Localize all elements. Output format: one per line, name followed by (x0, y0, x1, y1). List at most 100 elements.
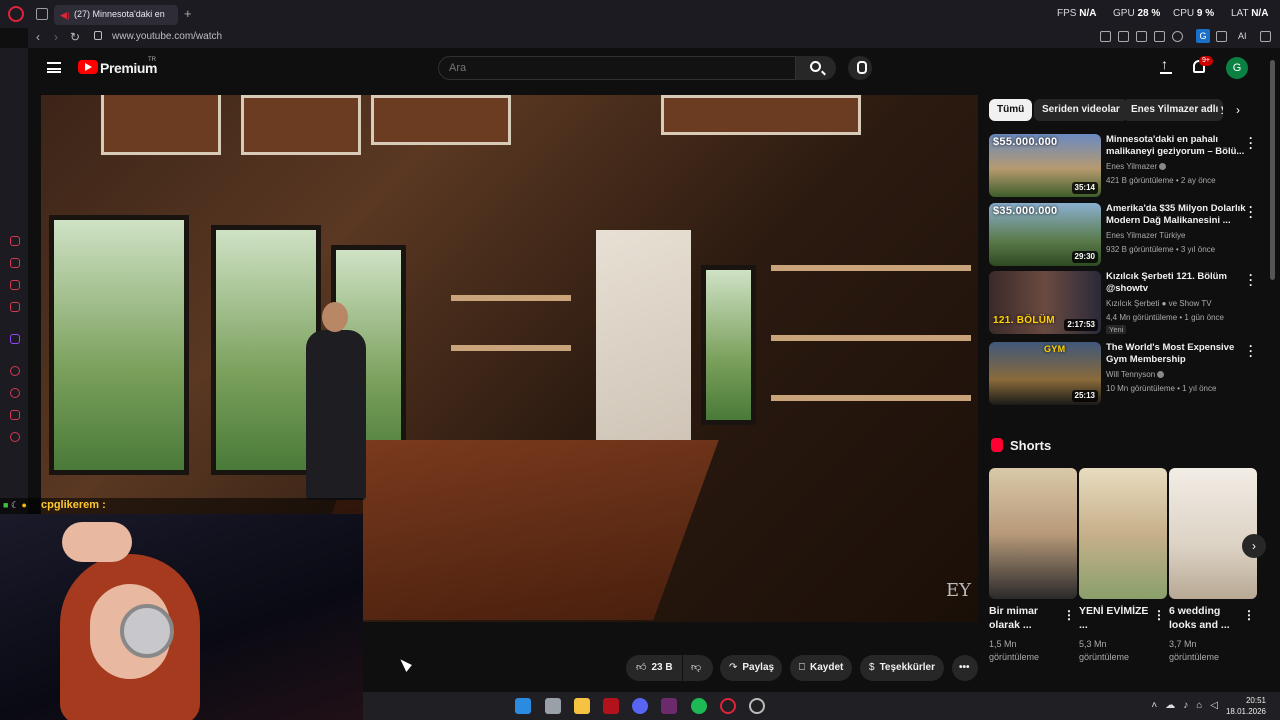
chip-series[interactable]: Seriden videolar (1034, 99, 1128, 121)
scrollbar[interactable] (1270, 60, 1275, 280)
new-tab-button[interactable]: + (184, 6, 192, 21)
sidebar-history-icon[interactable] (10, 388, 20, 398)
sidebar-player-icon[interactable] (10, 366, 20, 376)
chevron-right-icon[interactable]: › (1236, 103, 1240, 117)
workspace-icon[interactable] (36, 8, 48, 20)
video-thumbnail[interactable]: $35.000.000 29:30 (989, 203, 1101, 266)
channel-name[interactable]: Will Tennyson (1106, 370, 1165, 379)
short-title[interactable]: YENİ EVİMİZE ... (1079, 604, 1149, 632)
dislike-button[interactable]: 👎︎ (683, 655, 713, 681)
thumbs-down-icon: 👎︎ (691, 662, 702, 673)
sidebar-bag-icon[interactable] (10, 258, 20, 268)
back-icon[interactable]: ‹ (36, 30, 40, 44)
kebab-menu-icon[interactable]: ⋮ (1063, 608, 1075, 622)
opera-gx-icon[interactable] (720, 698, 736, 714)
short-title[interactable]: 6 wedding looks and ... (1169, 604, 1239, 632)
create-icon[interactable] (1160, 56, 1172, 74)
like-button[interactable]: 👍︎ 23 B (626, 655, 682, 681)
forward-icon[interactable]: › (54, 30, 58, 44)
sidebar-twitch-icon[interactable] (10, 334, 20, 344)
app-purple-icon[interactable] (661, 698, 677, 714)
short-title[interactable]: Bir mimar olarak ... (989, 604, 1059, 632)
snapshot-icon[interactable] (1118, 31, 1129, 42)
video-title[interactable]: The World's Most Expensive Gym Membershi… (1106, 342, 1246, 366)
menu-icon[interactable] (47, 62, 61, 73)
app-red-icon[interactable] (603, 698, 619, 714)
channel-name[interactable]: Enes Yilmazer Türkiye (1106, 231, 1185, 240)
recommended-item[interactable]: 121. BÖLÜM 2:17:53 Kızılcık Şerbeti 121.… (989, 269, 1264, 335)
speaker-icon[interactable]: ◀) (60, 10, 70, 21)
kebab-menu-icon[interactable]: ⋮ (1243, 608, 1255, 622)
short-thumbnail[interactable] (1079, 468, 1167, 599)
share-button[interactable]: ↷ Paylaş (720, 655, 782, 681)
video-thumbnail[interactable]: 121. BÖLÜM 2:17:53 (989, 271, 1101, 334)
sidebar-chat-icon[interactable] (10, 280, 20, 290)
bookmark-icon[interactable] (1100, 31, 1111, 42)
chip-all[interactable]: Tümü (989, 99, 1033, 121)
chip-channel[interactable]: Enes Yilmazer adlı yü (1123, 99, 1223, 121)
avatar[interactable]: G (1226, 57, 1248, 79)
shield-icon[interactable] (1136, 31, 1147, 42)
video-title[interactable]: Amerika'da $35 Milyon Dolarlık Modern Da… (1106, 203, 1246, 227)
search-box[interactable] (438, 56, 796, 80)
duration-badge: 35:14 (1071, 182, 1098, 194)
opera-logo-icon[interactable] (8, 6, 24, 22)
aria-ai-button[interactable]: AI (1238, 31, 1247, 41)
url-field[interactable]: www.youtube.com/watch (112, 31, 222, 42)
spotify-icon[interactable] (691, 698, 707, 714)
thanks-button[interactable]: $ Teşekkürler (860, 655, 944, 681)
voice-search-button[interactable] (848, 56, 872, 80)
app-settings-icon[interactable] (749, 698, 765, 714)
kebab-menu-icon[interactable]: ⋮ (1153, 608, 1165, 622)
menu-icon[interactable] (1260, 31, 1271, 42)
sidebar-music-icon[interactable] (10, 302, 20, 312)
file-explorer-icon[interactable] (574, 698, 590, 714)
video-thumbnail[interactable]: $55.000.000 35:14 (989, 134, 1101, 197)
short-thumbnail[interactable] (1169, 468, 1257, 599)
kebab-menu-icon[interactable]: · · · (1247, 201, 1255, 223)
youtube-logo-icon[interactable] (78, 60, 98, 74)
duration-badge: 29:30 (1071, 251, 1098, 263)
channel-name[interactable]: Enes Yilmazer (1106, 162, 1167, 171)
player-icon[interactable] (1154, 31, 1165, 42)
kebab-menu-icon[interactable]: · · · (1247, 340, 1255, 362)
window-pane (211, 225, 321, 475)
short-item[interactable]: YENİ EVİMİZE ... ⋮ 5,3 Mn görüntüleme (1079, 468, 1167, 662)
heart-icon[interactable] (1172, 31, 1183, 42)
more-actions-button[interactable]: ••• (952, 655, 978, 681)
extension-g-icon[interactable]: G (1196, 29, 1210, 43)
system-tray[interactable]: ˄☁♪⌂◁ (1151, 700, 1226, 711)
windows-start-icon[interactable] (515, 698, 531, 714)
chevron-right-icon[interactable]: › (1242, 534, 1266, 558)
search-input[interactable] (439, 57, 769, 74)
discord-icon[interactable] (632, 698, 648, 714)
download-icon[interactable] (1216, 31, 1227, 42)
short-thumbnail[interactable] (989, 468, 1077, 599)
share-icon: ↷ (729, 662, 738, 673)
sidebar-messenger-icon[interactable] (10, 236, 20, 246)
reload-icon[interactable]: ↻ (70, 30, 80, 44)
video-title[interactable]: Minnesota'daki en pahalı malikaneyi gezi… (1106, 134, 1246, 158)
youtube-header: Premium TR 9+ G (28, 48, 1280, 88)
short-item[interactable]: Bir mimar olarak ... ⋮ 1,5 Mn görüntülem… (989, 468, 1077, 662)
browser-tab-active[interactable]: ◀) (27) Minnesota'daki en (54, 5, 178, 25)
recommended-item[interactable]: GYM 25:13 The World's Most Expensive Gym… (989, 340, 1264, 406)
clock[interactable]: 20:51 18.01.2026 (1226, 695, 1266, 717)
presenter (306, 302, 366, 500)
sidebar-settings-icon[interactable] (10, 432, 20, 442)
microphone (120, 604, 174, 658)
search-button[interactable] (796, 56, 836, 80)
video-thumbnail[interactable]: GYM 25:13 (989, 342, 1101, 405)
save-button[interactable]: ⎕ Kaydet (790, 655, 852, 681)
channel-name[interactable]: Kızılcık Şerbeti ● ve Show TV (1106, 299, 1212, 308)
kebab-menu-icon[interactable]: · · · (1247, 132, 1255, 154)
task-view-icon[interactable] (545, 698, 561, 714)
kebab-menu-icon[interactable]: · · · (1247, 269, 1255, 291)
ceiling-coffer (661, 95, 861, 135)
super-thanks-icon: $ (869, 662, 875, 673)
video-title[interactable]: Kızılcık Şerbeti 121. Bölüm @showtv (1106, 271, 1246, 295)
short-item[interactable]: 6 wedding looks and ... ⋮ 3,7 Mn görüntü… (1169, 468, 1257, 662)
recommended-item[interactable]: $35.000.000 29:30 Amerika'da $35 Milyon … (989, 201, 1264, 267)
sidebar-extensions-icon[interactable] (10, 410, 20, 420)
recommended-item[interactable]: $55.000.000 35:14 Minnesota'daki en paha… (989, 132, 1264, 198)
